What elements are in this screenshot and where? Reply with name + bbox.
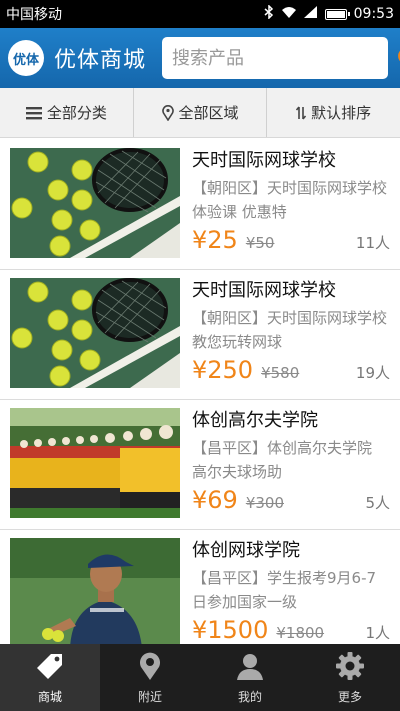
- battery-icon: [324, 8, 350, 20]
- status-bar: 中国移动 09:53: [0, 0, 400, 28]
- tab-nearby[interactable]: 附近: [100, 644, 200, 711]
- tab-mall-label: 商城: [37, 689, 62, 704]
- item-price: ¥25: [192, 226, 238, 254]
- filter-category[interactable]: 全部分类: [0, 88, 134, 137]
- item-desc: 【昌平区】体创高尔夫学院 高尔夫球场助: [192, 439, 373, 481]
- search-box[interactable]: [162, 37, 400, 79]
- item-name: 天时国际网球学校: [192, 150, 336, 171]
- signal-icon: [303, 6, 318, 22]
- filter-sort[interactable]: 默认排序: [267, 88, 400, 137]
- item-name: 天时国际网球学校: [192, 280, 336, 301]
- item-original-price: ¥300: [245, 494, 284, 512]
- tab-more[interactable]: 更多: [300, 644, 400, 711]
- item-people-count: 19人: [355, 364, 390, 382]
- item-desc: 【朝阳区】天时国际网球学校教您玩转网球: [192, 309, 388, 351]
- tab-more-label: 更多: [337, 689, 362, 704]
- item-original-price: ¥1800: [276, 624, 325, 642]
- search-input[interactable]: [172, 47, 398, 69]
- list-item[interactable]: 体创高尔夫学院 【昌平区】体创高尔夫学院 高尔夫球场助 ¥69 ¥300 5人: [0, 400, 400, 530]
- app-title: 优体商城: [54, 48, 147, 73]
- sort-icon: [296, 105, 307, 121]
- list-icon: [25, 106, 42, 120]
- product-image-golf: [10, 408, 180, 518]
- filter-bar: 全部分类 全部区域 默认排序: [0, 88, 400, 138]
- item-desc: 【朝阳区】天时国际网球学校体验课 优惠特: [192, 179, 388, 221]
- product-image-tennis-balls: [10, 278, 180, 388]
- tab-mall[interactable]: 商城: [0, 644, 100, 711]
- item-name: 体创高尔夫学院: [192, 410, 318, 431]
- tag-icon: [35, 651, 65, 688]
- wifi-icon: [281, 6, 297, 23]
- bluetooth-icon: [264, 4, 274, 23]
- list-item[interactable]: 体创网球学院 【昌平区】学生报考9月6-7日参加国家一级 ¥1500 ¥1800…: [0, 530, 400, 644]
- item-price: ¥1500: [192, 616, 269, 644]
- item-people-count: 11人: [355, 234, 390, 252]
- item-desc: 【昌平区】学生报考9月6-7日参加国家一级: [192, 569, 377, 611]
- item-people-count: 5人: [365, 494, 390, 512]
- product-image-tennis-player: [10, 538, 180, 644]
- tab-mine[interactable]: 我的: [200, 644, 300, 711]
- item-original-price: ¥50: [245, 234, 275, 252]
- item-name: 体创网球学院: [192, 540, 300, 561]
- filter-region-label: 全部区域: [178, 104, 239, 122]
- carrier-label: 中国移动: [6, 7, 62, 23]
- tab-nearby-label: 附近: [137, 689, 162, 704]
- list-item[interactable]: 天时国际网球学校 【朝阳区】天时国际网球学校体验课 优惠特 ¥25 ¥50 11…: [0, 140, 400, 270]
- map-pin-icon: [135, 651, 165, 688]
- list-item[interactable]: 天时国际网球学校 【朝阳区】天时国际网球学校教您玩转网球 ¥250 ¥580 1…: [0, 270, 400, 400]
- item-price: ¥69: [192, 486, 238, 514]
- tab-mine-label: 我的: [237, 689, 262, 704]
- location-pin-icon: [161, 104, 174, 121]
- item-people-count: 1人: [365, 624, 390, 642]
- clock: 09:53: [353, 6, 394, 22]
- filter-category-label: 全部分类: [46, 104, 107, 122]
- person-icon: [235, 651, 265, 688]
- item-original-price: ¥580: [261, 364, 300, 382]
- app-logo: 优体: [8, 40, 44, 76]
- product-image-tennis-balls: [10, 148, 180, 258]
- filter-region[interactable]: 全部区域: [134, 88, 268, 137]
- app-header: 优体 优体商城: [0, 28, 400, 88]
- bottom-tab-bar: 商城 附近 我的 更多: [0, 644, 400, 711]
- gear-icon: [335, 651, 365, 688]
- filter-sort-label: 默认排序: [311, 104, 372, 122]
- product-list: 天时国际网球学校 【朝阳区】天时国际网球学校体验课 优惠特 ¥25 ¥50 11…: [0, 140, 400, 644]
- item-price: ¥250: [192, 356, 254, 384]
